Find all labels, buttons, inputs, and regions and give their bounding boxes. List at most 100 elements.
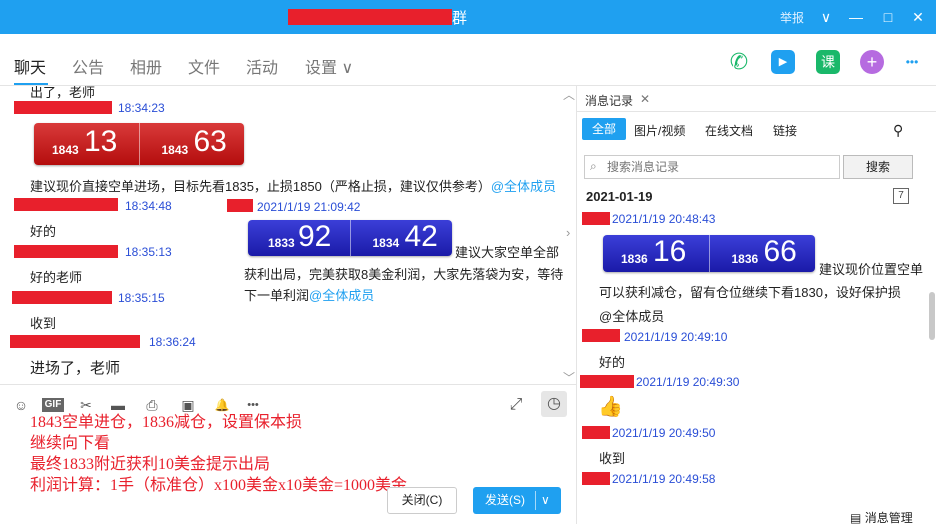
more-icon[interactable]: ••• [900, 50, 924, 74]
tab-settings[interactable]: 设置 ∨ [305, 54, 353, 78]
filter-icon[interactable]: ⚲ [893, 122, 903, 139]
message-time: 2021/1/19 20:48:43 [612, 212, 716, 226]
draft-line: 利润计算：1手（标准仓）x100美金x10美金=1000美金 [30, 477, 408, 494]
message-text: 可以获利减仓，留有仓位继续下看1830，设好保护损 [599, 285, 901, 300]
message-time: 2021/1/19 20:49:58 [612, 472, 716, 486]
price-cell-left: 1833 92 [248, 220, 351, 256]
message-manager-label: 消息管理 [864, 511, 913, 524]
price-big: 92 [298, 220, 332, 253]
message-time: 2021/1/19 20:49:50 [612, 426, 716, 440]
message-text: 好的 [599, 355, 626, 370]
filter-links[interactable]: 链接 [773, 122, 797, 139]
sender-redacted [582, 472, 610, 485]
phone-call-icon[interactable]: ✆ [727, 50, 751, 74]
chat-messages: 出了，老师 18:34:23 1843 13 1843 63 建议现价直接空单进… [0, 86, 576, 384]
report-link[interactable]: 举报 [780, 9, 804, 26]
price-small: 1836 [621, 252, 648, 266]
window-title: 群 [452, 10, 468, 27]
price-box: 1836 16 1836 66 [603, 235, 815, 272]
tab-chat[interactable]: 聊天 [14, 54, 46, 78]
price-box: 1833 92 1834 42 [248, 220, 452, 256]
sender-redacted [14, 101, 112, 114]
fullscreen-icon[interactable]: ⤢ [506, 395, 526, 415]
maximize-icon[interactable]: □ [877, 6, 899, 28]
send-button[interactable]: 发送(S) ∨ [473, 487, 561, 514]
collapse-icon[interactable]: ∨ [815, 6, 837, 28]
mention-all[interactable]: @全体成员 [491, 179, 556, 194]
message-time: 18:34:48 [125, 199, 172, 213]
tab-activity[interactable]: 活动 [246, 54, 278, 78]
mention-all[interactable]: @全体成员 [309, 288, 374, 303]
mention-all[interactable]: @全体成员 [599, 306, 664, 325]
message-text: 建议大家空单全部 [455, 245, 560, 260]
panel-divider [576, 86, 577, 524]
video-call-icon[interactable]: ▶ [771, 50, 795, 74]
sender-redacted [14, 198, 118, 211]
price-big: 42 [404, 220, 438, 253]
emoji-icon[interactable]: ☺ [11, 395, 31, 415]
tab-announcement[interactable]: 公告 [72, 54, 104, 78]
scroll-up-icon[interactable]: ︿ [563, 86, 575, 103]
message-text: 进场了，老师 [30, 360, 121, 377]
message-text: 建议现价直接空单进场，目标先看1835，止损1850（严格止损，建议仅供参考）@… [30, 176, 570, 195]
filter-all[interactable]: 全部 [582, 118, 626, 140]
history-search-box[interactable]: ⌕ [584, 155, 840, 179]
add-app-icon[interactable]: + [860, 50, 884, 74]
price-big: 63 [193, 125, 227, 158]
send-options-icon[interactable]: ∨ [541, 487, 550, 514]
sender-redacted [12, 291, 112, 304]
price-small: 1833 [268, 236, 295, 250]
message-time: 2021/1/19 20:49:10 [624, 330, 728, 344]
draft-line: 1843空单进仓，1836减仓，设置保本损 [30, 414, 303, 431]
message-time: 18:35:15 [118, 291, 165, 305]
tab-files[interactable]: 文件 [188, 54, 220, 78]
price-small: 1843 [52, 143, 79, 157]
tab-album[interactable]: 相册 [130, 54, 162, 78]
search-button[interactable]: 搜索 [843, 155, 913, 179]
message-text: 收到 [30, 316, 57, 331]
thumbs-up-icon: 👍 [598, 396, 623, 418]
history-tab[interactable]: 消息记录 [585, 92, 633, 109]
history-scrollbar[interactable] [929, 292, 935, 340]
close-button[interactable]: 关闭(C) [387, 487, 457, 514]
message-text: 下一单利润@全体成员 [244, 285, 374, 304]
price-cell-left: 1843 13 [34, 123, 140, 165]
message-manager-icon: ▤ [850, 511, 862, 524]
price-small: 1836 [731, 252, 759, 266]
message-text: 好的 [30, 224, 57, 239]
message-text: 收到 [599, 451, 626, 466]
message-time: 18:34:23 [118, 101, 165, 115]
gif-icon[interactable]: GIF [42, 398, 64, 412]
message-body: 建议现价直接空单进场，目标先看1835，止损1850（严格止损，建议仅供参考） [30, 179, 491, 194]
history-divider [577, 111, 936, 112]
draft-line: 最终1833附近获利10美金提示出局 [30, 456, 271, 473]
filter-docs[interactable]: 在线文档 [705, 122, 753, 139]
history-clock-icon[interactable]: ◷ [541, 391, 567, 417]
close-icon[interactable]: ✕ [907, 6, 929, 28]
message-manager-link[interactable]: ▤ 消息管理 [850, 509, 913, 524]
calendar-icon[interactable]: 7 [893, 188, 909, 204]
sender-redacted [582, 329, 620, 342]
history-close-icon[interactable]: ✕ [640, 92, 650, 106]
sender-redacted [582, 212, 610, 225]
expand-panel-icon[interactable]: › [566, 225, 570, 240]
price-big: 13 [84, 125, 118, 158]
history-search-input[interactable] [607, 159, 837, 175]
minimize-icon[interactable]: — [845, 6, 867, 28]
price-cell-right: 1836 66 [710, 235, 816, 272]
course-icon[interactable]: 课 [816, 50, 840, 74]
filter-media[interactable]: 图片/视频 [634, 122, 685, 139]
send-label: 发送(S) [485, 493, 525, 507]
sender-redacted [580, 375, 634, 388]
message-text: 出了，老师 [30, 86, 96, 100]
draft-line: 继续向下看 [30, 435, 111, 452]
sender-redacted [227, 199, 253, 212]
price-small: 1843 [161, 143, 189, 157]
message-time: 2021/1/19 20:49:30 [636, 375, 740, 389]
history-date: 2021-01-19 [586, 189, 653, 204]
send-divider [535, 491, 536, 510]
search-icon: ⌕ [590, 159, 597, 173]
message-body: 下一单利润 [244, 288, 310, 303]
sender-redacted [582, 426, 610, 439]
message-draft-input[interactable]: 1843空单进仓，1836减仓，设置保本损 继续向下看 最终1833附近获利10… [30, 412, 407, 496]
